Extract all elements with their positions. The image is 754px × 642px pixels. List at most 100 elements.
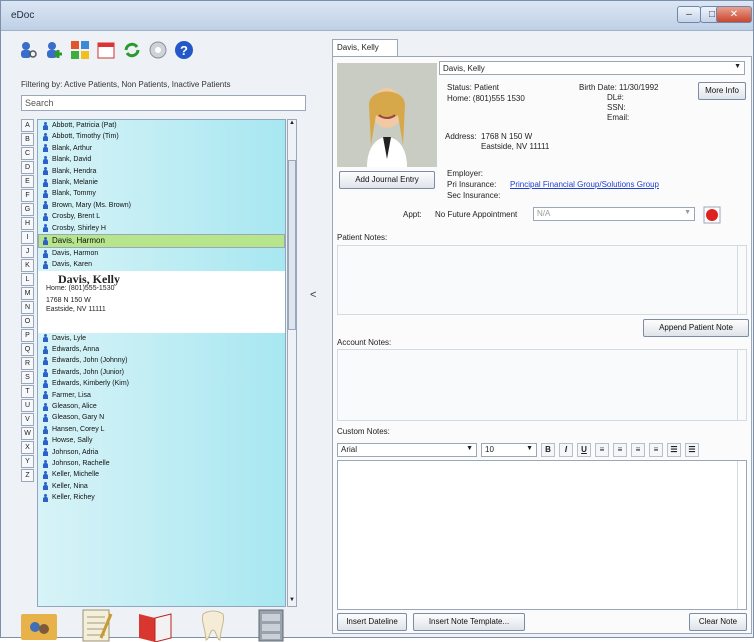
patient-row[interactable]: Blank, David xyxy=(38,154,285,165)
patient-notes-scrollbar[interactable] xyxy=(737,246,746,314)
patient-notes-area[interactable] xyxy=(337,245,747,315)
patient-row[interactable]: Johnson, Rachelle xyxy=(38,458,285,469)
patient-name-select[interactable]: Davis, Kelly ▼ xyxy=(439,61,745,75)
alpha-letter-w[interactable]: W xyxy=(21,426,34,441)
alpha-letter-d[interactable]: D xyxy=(21,160,34,175)
alpha-letter-z[interactable]: Z xyxy=(21,468,34,482)
patient-row[interactable]: Edwards, Kimberly (Kim) xyxy=(38,378,285,389)
patient-row[interactable]: Crosby, Brent L xyxy=(38,211,285,222)
alpha-letter-u[interactable]: U xyxy=(21,398,34,413)
patient-row[interactable]: Davis, Harmon xyxy=(38,248,285,259)
patient-row[interactable]: Hansen, Corey L xyxy=(38,424,285,435)
patient-list[interactable]: Abbott, Patricia (Pat) Abbott, Timothy (T… xyxy=(37,119,286,607)
patient-row[interactable]: Keller, Nina xyxy=(38,481,285,492)
alpha-letter-t[interactable]: T xyxy=(21,384,34,399)
alpha-letter-c[interactable]: C xyxy=(21,146,34,161)
collapse-panel-arrow[interactable]: < xyxy=(310,289,316,301)
patient-row[interactable]: Blank, Hendra xyxy=(38,166,285,177)
search-input[interactable]: Search xyxy=(21,95,306,111)
append-patient-note-button[interactable]: Append Patient Note xyxy=(643,319,749,337)
alpha-letter-i[interactable]: I xyxy=(21,230,34,245)
patient-row[interactable]: Farmer, Lisa xyxy=(38,390,285,401)
alpha-letter-g[interactable]: G xyxy=(21,202,34,217)
patient-row[interactable]: Davis, Harmon xyxy=(38,233,285,248)
add-user-icon[interactable] xyxy=(43,39,65,61)
align-left-icon[interactable]: ≡ xyxy=(595,443,609,457)
patient-row[interactable]: Abbott, Timothy (Tim) xyxy=(38,131,285,142)
patient-row[interactable]: Edwards, John (Junior) xyxy=(38,367,285,378)
patient-row[interactable]: Johnson, Adria xyxy=(38,447,285,458)
alpha-letter-q[interactable]: Q xyxy=(21,342,34,357)
user-search-icon[interactable] xyxy=(17,39,39,61)
patient-row[interactable]: Howse, Sally xyxy=(38,435,285,446)
insert-dateline-button[interactable]: Insert Dateline xyxy=(337,613,407,631)
notepad-icon[interactable] xyxy=(73,608,121,642)
align-center-icon[interactable]: ≡ xyxy=(613,443,627,457)
bullet-list-icon[interactable]: ☰ xyxy=(667,443,681,457)
patient-row[interactable]: Abbott, Patricia (Pat) xyxy=(38,120,285,131)
scroll-thumb[interactable] xyxy=(288,160,296,330)
minimize-button[interactable]: – xyxy=(677,6,701,23)
patient-row[interactable]: Edwards, Anna xyxy=(38,344,285,355)
alpha-letter-n[interactable]: N xyxy=(21,300,34,315)
patient-list-scrollbar[interactable]: ▲ ▼ xyxy=(287,119,297,607)
clear-note-button[interactable]: Clear Note xyxy=(689,613,747,631)
patient-row[interactable]: Keller, Michelle xyxy=(38,469,285,480)
editor-scrollbar[interactable] xyxy=(737,461,746,609)
patient-row[interactable]: Gleason, Gary N xyxy=(38,412,285,423)
alpha-letter-b[interactable]: B xyxy=(21,132,34,147)
alpha-letter-p[interactable]: P xyxy=(21,328,34,343)
italic-button[interactable]: I xyxy=(559,443,573,457)
alpha-letter-k[interactable]: K xyxy=(21,258,34,273)
patient-row[interactable]: Blank, Arthur xyxy=(38,143,285,154)
tab-patient[interactable]: Davis, Kelly xyxy=(332,39,398,57)
bold-button[interactable]: B xyxy=(541,443,555,457)
file-cabinet-icon[interactable] xyxy=(247,608,295,642)
patient-row[interactable]: Keller, Richey xyxy=(38,492,285,503)
close-button[interactable]: ✕ xyxy=(716,6,752,23)
patient-row[interactable]: Davis, Lyle xyxy=(38,333,285,344)
add-journal-entry-button[interactable]: Add Journal Entry xyxy=(339,171,435,189)
pri-insurance-link[interactable]: Principal Financial Group/Solutions Grou… xyxy=(510,180,659,189)
alpha-letter-o[interactable]: O xyxy=(21,314,34,329)
patient-row[interactable]: Blank, Melanie xyxy=(38,177,285,188)
patient-row[interactable]: Gleason, Alice xyxy=(38,401,285,412)
account-notes-area[interactable] xyxy=(337,349,747,421)
grid-icon[interactable] xyxy=(69,39,91,61)
custom-notes-editor[interactable] xyxy=(337,460,747,610)
patient-row[interactable]: Davis, Karen xyxy=(38,259,285,270)
alpha-letter-f[interactable]: F xyxy=(21,188,34,203)
patient-row[interactable]: Edwards, John (Johnny) xyxy=(38,355,285,366)
patient-row[interactable]: Crosby, Shirley H xyxy=(38,223,285,234)
selected-patient-card[interactable]: Davis, Kelly Home: (801)555-1530 1768 N … xyxy=(38,270,285,333)
alpha-letter-y[interactable]: Y xyxy=(21,454,34,469)
patient-row[interactable]: Brown, Mary (Ms. Brown) xyxy=(38,200,285,211)
alert-icon[interactable] xyxy=(703,206,721,224)
underline-button[interactable]: U xyxy=(577,443,591,457)
more-info-button[interactable]: More Info xyxy=(698,82,746,100)
scroll-down-arrow[interactable]: ▼ xyxy=(288,597,296,606)
alpha-letter-v[interactable]: V xyxy=(21,412,34,427)
alpha-letter-r[interactable]: R xyxy=(21,356,34,371)
alpha-letter-m[interactable]: M xyxy=(21,286,34,301)
book-icon[interactable] xyxy=(131,608,179,642)
alpha-letter-a[interactable]: A xyxy=(21,119,34,133)
font-select[interactable]: Arial ▼ xyxy=(337,443,477,457)
tooth-icon[interactable] xyxy=(189,608,237,642)
justify-icon[interactable]: ≡ xyxy=(649,443,663,457)
contacts-folder-icon[interactable] xyxy=(15,608,63,642)
numbered-list-icon[interactable]: ☰ xyxy=(685,443,699,457)
scroll-up-arrow[interactable]: ▲ xyxy=(288,120,296,129)
align-right-icon[interactable]: ≡ xyxy=(631,443,645,457)
insert-note-template-button[interactable]: Insert Note Template... xyxy=(413,613,525,631)
alpha-letter-h[interactable]: H xyxy=(21,216,34,231)
account-notes-scrollbar[interactable] xyxy=(737,350,746,420)
font-size-select[interactable]: 10 ▼ xyxy=(481,443,537,457)
patient-row[interactable]: Blank, Tommy xyxy=(38,188,285,199)
alpha-letter-s[interactable]: S xyxy=(21,370,34,385)
sync-icon[interactable] xyxy=(121,39,143,61)
calendar-icon[interactable] xyxy=(95,39,117,61)
appointment-select[interactable]: N/A ▼ xyxy=(533,207,695,221)
help-icon[interactable]: ? xyxy=(173,39,195,61)
alpha-letter-x[interactable]: X xyxy=(21,440,34,455)
